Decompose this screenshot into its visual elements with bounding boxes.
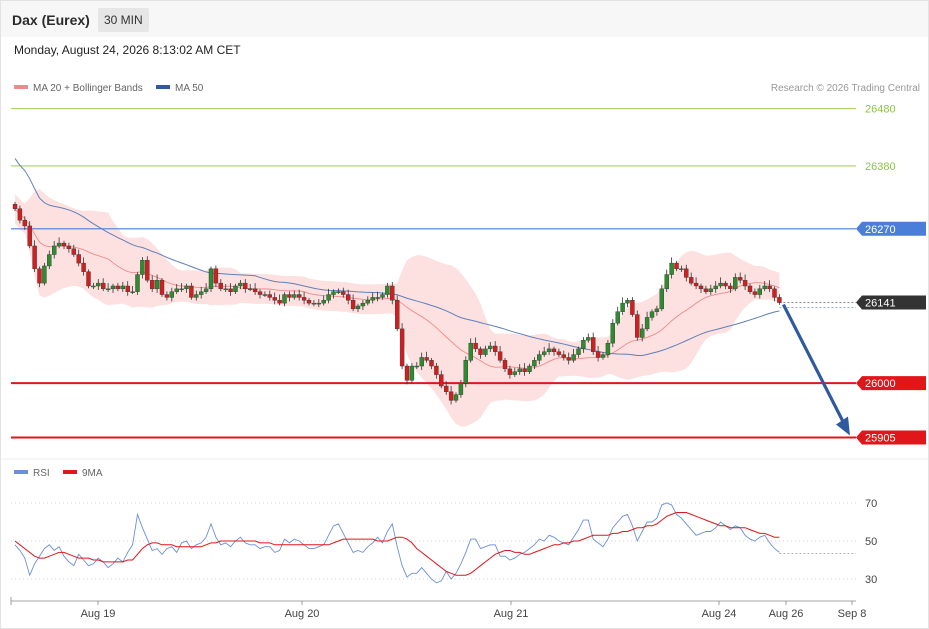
rsi-legend-label: RSI bbox=[33, 468, 50, 479]
candle bbox=[159, 277, 165, 297]
candle bbox=[610, 319, 615, 348]
candle bbox=[630, 297, 635, 317]
x-axis-label: Aug 24 bbox=[702, 608, 737, 620]
x-axis-label: Aug 20 bbox=[285, 608, 320, 620]
candle bbox=[208, 266, 214, 292]
svg-text:26480: 26480 bbox=[865, 104, 896, 116]
ma50-legend-label: MA 50 bbox=[175, 83, 204, 94]
chart-title: Dax (Eurex) bbox=[12, 12, 90, 28]
level-label-26141: 26141 bbox=[856, 295, 926, 310]
level-labels: 26480 26380 26270 26141 26000 25905 bbox=[856, 104, 926, 445]
candle bbox=[620, 297, 625, 315]
candle bbox=[635, 310, 640, 341]
bands-legend-swatch bbox=[14, 85, 28, 89]
rsi-grid: 70 50 30 bbox=[11, 498, 877, 586]
interval-button[interactable]: 30 MIN bbox=[98, 8, 149, 32]
rsi-ma-line bbox=[14, 512, 780, 576]
candle bbox=[135, 272, 140, 295]
svg-text:26141: 26141 bbox=[865, 298, 896, 310]
rsi-tick-label: 30 bbox=[865, 574, 877, 586]
candle bbox=[463, 356, 468, 388]
price-chart: MA 20 + Bollinger Bands MA 50 Research ©… bbox=[1, 83, 928, 620]
candle bbox=[409, 362, 415, 383]
level-label-26380: 26380 bbox=[865, 161, 896, 173]
candle bbox=[615, 306, 620, 326]
x-axis-label: Sep 8 bbox=[838, 608, 867, 620]
rsi-tick-label: 50 bbox=[865, 536, 877, 548]
candle bbox=[591, 332, 596, 355]
level-label-26270: 26270 bbox=[856, 221, 926, 236]
ma50-legend-swatch bbox=[156, 85, 170, 89]
rsi-legend-swatch bbox=[14, 470, 28, 474]
x-axis-label: Aug 26 bbox=[769, 608, 804, 620]
svg-text:26000: 26000 bbox=[865, 378, 896, 390]
level-label-25905: 25905 bbox=[856, 430, 926, 445]
chart-widget: Dax (Eurex) 30 MIN Monday, August 24, 20… bbox=[0, 0, 929, 629]
svg-text:26380: 26380 bbox=[865, 161, 896, 173]
level-label-26000: 26000 bbox=[856, 376, 926, 391]
x-axis: Aug 19 Aug 20 Aug 21 Aug 24 Aug 26 Sep 8 bbox=[10, 597, 867, 620]
level-label-26480: 26480 bbox=[865, 104, 896, 116]
candle bbox=[145, 256, 150, 283]
bands-legend-label: MA 20 + Bollinger Bands bbox=[33, 83, 143, 94]
candle bbox=[659, 284, 664, 312]
candle bbox=[86, 269, 91, 289]
copyright-text: Research © 2026 Trading Central bbox=[771, 83, 920, 94]
candle bbox=[625, 297, 630, 308]
forecast-arrow bbox=[781, 303, 850, 436]
rsi-line bbox=[14, 502, 780, 584]
rsi-tick-label: 70 bbox=[865, 498, 877, 510]
candle bbox=[395, 295, 400, 332]
x-axis-label: Aug 21 bbox=[494, 608, 529, 620]
candle bbox=[399, 323, 405, 370]
rsi-lines bbox=[14, 502, 856, 584]
svg-text:25905: 25905 bbox=[865, 433, 896, 445]
x-axis-label: Aug 19 bbox=[81, 608, 116, 620]
svg-text:26270: 26270 bbox=[865, 224, 896, 236]
forecast-arrow-shaft bbox=[781, 303, 846, 425]
candle bbox=[664, 269, 669, 292]
candle bbox=[404, 363, 410, 385]
rsi-ma-legend-label: 9MA bbox=[82, 468, 103, 479]
rsi-ma-legend-swatch bbox=[63, 470, 77, 474]
candle bbox=[42, 262, 47, 286]
